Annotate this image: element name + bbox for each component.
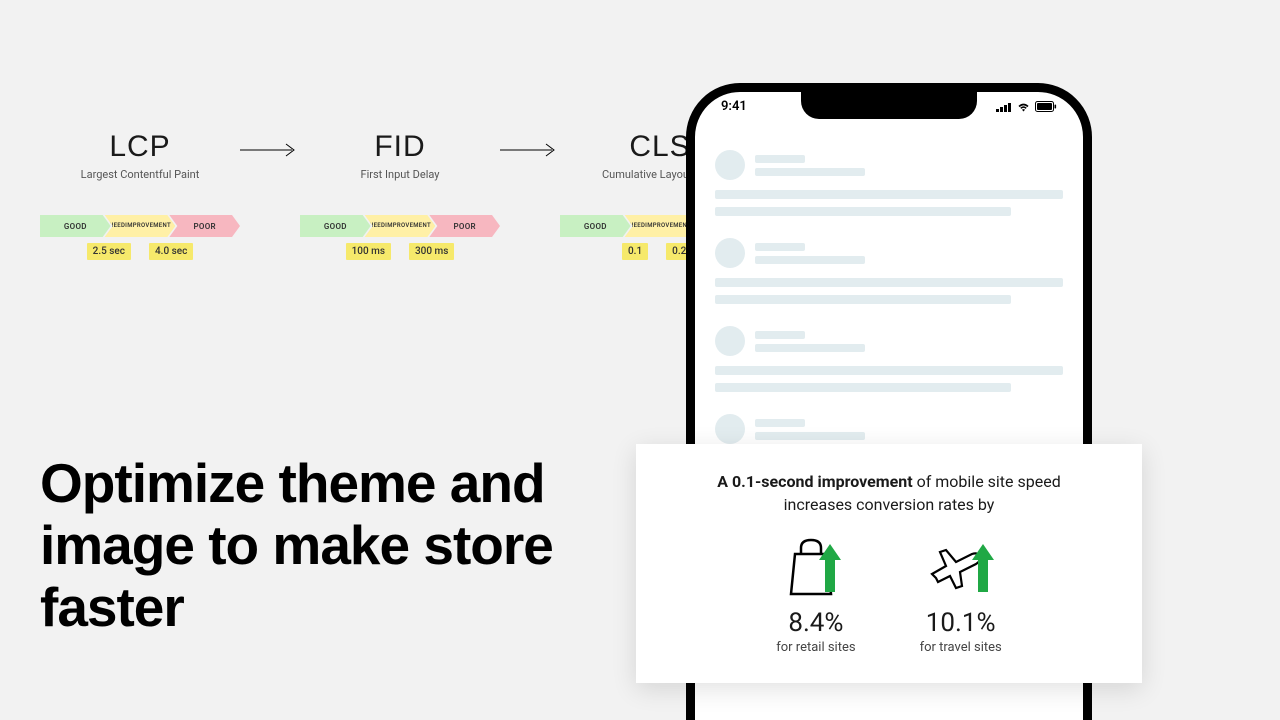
text-placeholder bbox=[715, 383, 1011, 392]
signal-icon bbox=[996, 102, 1012, 112]
cwv-threshold-values: 100 ms 300 ms bbox=[346, 243, 455, 260]
airplane-up-icon bbox=[926, 534, 996, 598]
skeleton-post bbox=[715, 238, 1063, 304]
card-title-bold: A 0.1-second improvement bbox=[717, 472, 912, 491]
arrow-icon bbox=[500, 142, 560, 162]
stat-caption: for travel sites bbox=[920, 640, 1002, 655]
avatar-placeholder bbox=[715, 326, 745, 356]
seg-good: GOOD bbox=[560, 215, 631, 237]
cwv-acronym: CLS bbox=[629, 130, 690, 164]
conversion-stats-card: A 0.1-second improvement of mobile site … bbox=[636, 444, 1142, 683]
threshold-high: 4.0 sec bbox=[149, 243, 193, 260]
text-placeholder bbox=[755, 243, 805, 251]
statusbar-icons bbox=[996, 101, 1057, 112]
battery-icon bbox=[1035, 101, 1057, 112]
threshold-low: 2.5 sec bbox=[87, 243, 131, 260]
threshold-low: 100 ms bbox=[346, 243, 391, 260]
avatar-placeholder bbox=[715, 414, 745, 444]
page-headline: Optimize theme and image to make store f… bbox=[40, 452, 660, 638]
seg-need-improvement: NEEDIMPROVEMENT bbox=[365, 215, 436, 237]
text-placeholder bbox=[755, 155, 805, 163]
core-web-vitals-row: LCP Largest Contentful Paint GOOD NEEDIM… bbox=[40, 130, 660, 260]
cwv-threshold-bar: GOOD NEEDIMPROVEMENT POOR bbox=[300, 215, 500, 237]
stat-travel: 10.1% for travel sites bbox=[920, 534, 1002, 655]
arrow-up-icon bbox=[972, 544, 994, 592]
statusbar-time: 9:41 bbox=[721, 99, 747, 114]
cwv-threshold-bar: GOOD NEEDIMPROVEMENT POOR bbox=[40, 215, 240, 237]
text-placeholder bbox=[755, 331, 805, 339]
stat-value: 8.4% bbox=[788, 608, 843, 638]
arrow-icon bbox=[240, 142, 300, 162]
cwv-full-name: Largest Contentful Paint bbox=[81, 168, 200, 181]
cwv-metric-fid: FID First Input Delay GOOD NEEDIMPROVEME… bbox=[300, 130, 500, 260]
text-placeholder bbox=[755, 432, 865, 440]
text-placeholder bbox=[755, 419, 805, 427]
skeleton-post bbox=[715, 326, 1063, 392]
text-placeholder bbox=[715, 190, 1063, 199]
card-title: A 0.1-second improvement of mobile site … bbox=[689, 470, 1089, 516]
avatar-placeholder bbox=[715, 150, 745, 180]
text-placeholder bbox=[715, 207, 1011, 216]
cwv-full-name: First Input Delay bbox=[361, 168, 440, 181]
seg-poor: POOR bbox=[169, 215, 240, 237]
cwv-acronym: LCP bbox=[109, 130, 170, 164]
stat-retail: 8.4% for retail sites bbox=[776, 534, 855, 655]
feed-skeleton bbox=[715, 150, 1063, 466]
arrow-up-icon bbox=[819, 544, 841, 592]
threshold-high: 300 ms bbox=[409, 243, 454, 260]
seg-need-improvement: NEEDIMPROVEMENT bbox=[105, 215, 176, 237]
phone-statusbar: 9:41 bbox=[695, 99, 1083, 114]
skeleton-post bbox=[715, 150, 1063, 216]
text-placeholder bbox=[755, 344, 865, 352]
avatar-placeholder bbox=[715, 238, 745, 268]
cwv-threshold-values: 2.5 sec 4.0 sec bbox=[87, 243, 194, 260]
seg-good: GOOD bbox=[40, 215, 111, 237]
seg-need-improvement: NEEDIMPROVEMENT bbox=[625, 215, 696, 237]
skeleton-post bbox=[715, 414, 1063, 444]
wifi-icon bbox=[1016, 101, 1031, 112]
cwv-metric-lcp: LCP Largest Contentful Paint GOOD NEEDIM… bbox=[40, 130, 240, 260]
threshold-low: 0.1 bbox=[622, 243, 648, 260]
text-placeholder bbox=[715, 278, 1063, 287]
text-placeholder bbox=[755, 168, 865, 176]
stat-value: 10.1% bbox=[926, 608, 996, 638]
shopping-bag-up-icon bbox=[781, 534, 851, 598]
stat-caption: for retail sites bbox=[776, 640, 855, 655]
text-placeholder bbox=[715, 295, 1011, 304]
seg-good: GOOD bbox=[300, 215, 371, 237]
cwv-acronym: FID bbox=[374, 130, 425, 164]
seg-poor: POOR bbox=[429, 215, 500, 237]
stats-row: 8.4% for retail sites 10.1% for travel s… bbox=[666, 534, 1112, 655]
text-placeholder bbox=[715, 366, 1063, 375]
text-placeholder bbox=[755, 256, 865, 264]
